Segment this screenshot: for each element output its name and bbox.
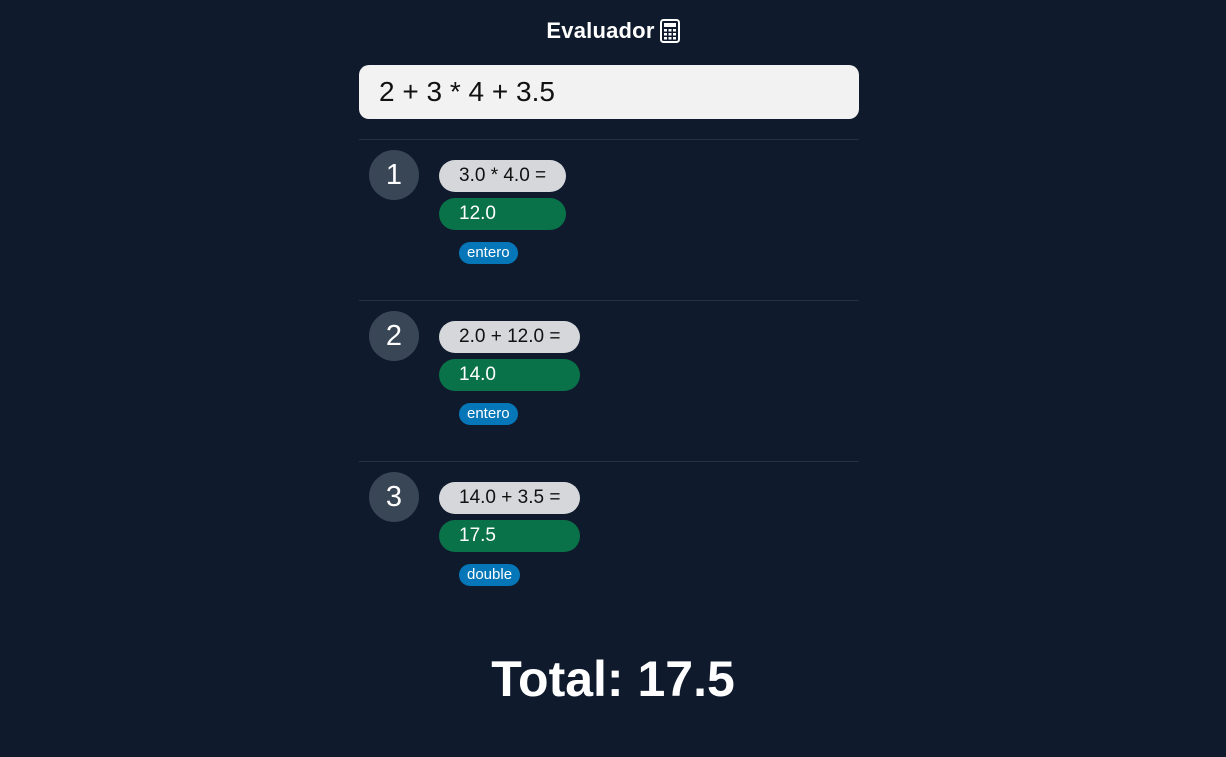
step-body: 3.0 * 4.0 = 12.0 entero (439, 160, 567, 264)
steps-list: 1 3.0 * 4.0 = 12.0 entero 2 2.0 + 12.0 =… (359, 139, 859, 622)
type-badge: double (459, 564, 521, 586)
step-number: 2 (369, 311, 419, 361)
step-item: 1 3.0 * 4.0 = 12.0 entero (359, 139, 859, 300)
result-pill: 14.0 (439, 359, 581, 391)
evaluator-app: Evaluador 1 3.0 * 4.0 = 12.0 (0, 0, 1226, 757)
step-number: 3 (369, 472, 419, 522)
calculator-icon (659, 19, 680, 43)
operation-pill: 3.0 * 4.0 = (439, 160, 567, 192)
result-pill: 17.5 (439, 520, 581, 552)
step-number: 1 (369, 150, 419, 200)
type-badge: entero (459, 242, 518, 264)
type-row: entero (439, 403, 580, 425)
page-title: Evaluador (0, 16, 1226, 46)
step-body: 14.0 + 3.5 = 17.5 double (439, 482, 581, 586)
type-row: double (439, 564, 580, 586)
expression-input[interactable] (359, 65, 859, 119)
result-pill: 12.0 (439, 198, 567, 230)
step-item: 2 2.0 + 12.0 = 14.0 entero (359, 300, 859, 461)
type-row: entero (439, 242, 566, 264)
step-item: 3 14.0 + 3.5 = 17.5 double (359, 461, 859, 622)
step-body: 2.0 + 12.0 = 14.0 entero (439, 321, 581, 425)
type-badge: entero (459, 403, 518, 425)
total-result: Total: 17.5 (491, 651, 735, 707)
operation-pill: 14.0 + 3.5 = (439, 482, 581, 514)
operation-pill: 2.0 + 12.0 = (439, 321, 581, 353)
title-text: Evaluador (546, 18, 655, 43)
